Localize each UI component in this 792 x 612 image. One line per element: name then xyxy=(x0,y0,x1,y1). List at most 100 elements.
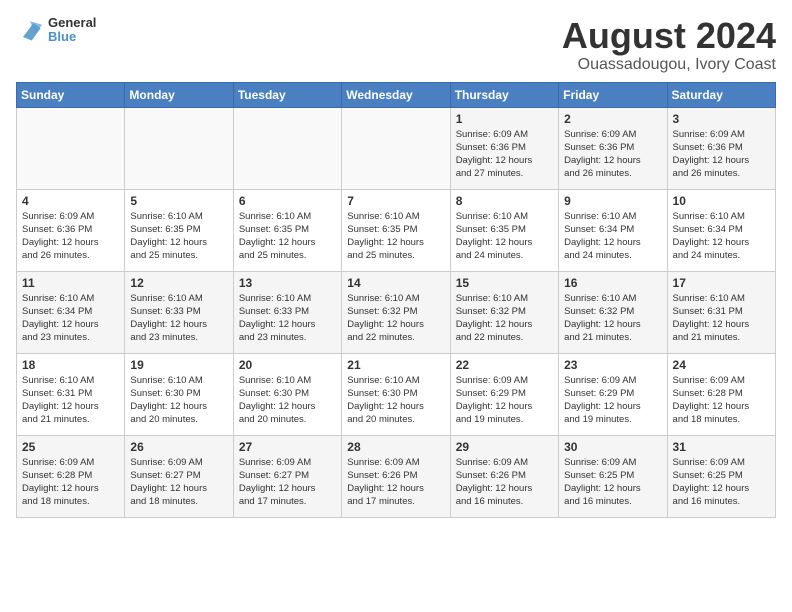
cell-info: Sunrise: 6:09 AM Sunset: 6:28 PM Dayligh… xyxy=(673,374,770,427)
calendar-cell xyxy=(125,107,233,189)
cell-info: Sunrise: 6:10 AM Sunset: 6:33 PM Dayligh… xyxy=(239,292,336,345)
cell-info: Sunrise: 6:09 AM Sunset: 6:36 PM Dayligh… xyxy=(673,128,770,181)
weekday-header-thursday: Thursday xyxy=(450,82,558,107)
cell-info: Sunrise: 6:09 AM Sunset: 6:27 PM Dayligh… xyxy=(130,456,227,509)
calendar-cell: 18Sunrise: 6:10 AM Sunset: 6:31 PM Dayli… xyxy=(17,353,125,435)
calendar-cell: 9Sunrise: 6:10 AM Sunset: 6:34 PM Daylig… xyxy=(559,189,667,271)
calendar-cell: 28 Sunrise: 6:09 AM Sunset: 6:26 PM Dayli… xyxy=(342,435,450,517)
title-block: August 2024 Ouassadougou, Ivory Coast xyxy=(562,16,776,74)
cell-info: Sunrise: 6:10 AM Sunset: 6:35 PM Dayligh… xyxy=(347,210,444,263)
cell-info: Sunrise: 6:10 AM Sunset: 6:32 PM Dayligh… xyxy=(456,292,553,345)
calendar-cell: 29 Sunrise: 6:09 AM Sunset: 6:26 PM Dayli… xyxy=(450,435,558,517)
calendar-cell: 2 Sunrise: 6:09 AM Sunset: 6:36 PM Daylig… xyxy=(559,107,667,189)
day-number: 9 xyxy=(564,194,661,208)
cell-info: Sunrise: 6:10 AM Sunset: 6:31 PM Dayligh… xyxy=(673,292,770,345)
cell-info: Sunrise: 6:10 AM Sunset: 6:34 PM Dayligh… xyxy=(22,292,119,345)
day-number: 1 xyxy=(456,112,553,126)
day-number: 20 xyxy=(239,358,336,372)
weekday-header-wednesday: Wednesday xyxy=(342,82,450,107)
calendar-cell xyxy=(233,107,341,189)
day-number: 7 xyxy=(347,194,444,208)
cell-info: Sunrise: 6:09 AM Sunset: 6:29 PM Dayligh… xyxy=(564,374,661,427)
cell-info: Sunrise: 6:10 AM Sunset: 6:33 PM Dayligh… xyxy=(130,292,227,345)
cell-info: Sunrise: 6:09 AM Sunset: 6:25 PM Dayligh… xyxy=(564,456,661,509)
calendar-cell: 14Sunrise: 6:10 AM Sunset: 6:32 PM Dayli… xyxy=(342,271,450,353)
cell-info: Sunrise: 6:10 AM Sunset: 6:32 PM Dayligh… xyxy=(564,292,661,345)
cell-info: Sunrise: 6:09 AM Sunset: 6:36 PM Dayligh… xyxy=(564,128,661,181)
day-number: 28 xyxy=(347,440,444,454)
day-number: 11 xyxy=(22,276,119,290)
calendar-cell: 4 Sunrise: 6:09 AM Sunset: 6:36 PM Daylig… xyxy=(17,189,125,271)
calendar-cell: 30Sunrise: 6:09 AM Sunset: 6:25 PM Dayli… xyxy=(559,435,667,517)
weekday-header-tuesday: Tuesday xyxy=(233,82,341,107)
day-number: 23 xyxy=(564,358,661,372)
logo-text: General Blue xyxy=(48,16,96,45)
day-number: 10 xyxy=(673,194,770,208)
calendar-cell: 26Sunrise: 6:09 AM Sunset: 6:27 PM Dayli… xyxy=(125,435,233,517)
logo-line1: General xyxy=(48,16,96,30)
calendar-cell: 25Sunrise: 6:09 AM Sunset: 6:28 PM Dayli… xyxy=(17,435,125,517)
calendar-cell: 1 Sunrise: 6:09 AM Sunset: 6:36 PM Daylig… xyxy=(450,107,558,189)
cell-info: Sunrise: 6:09 AM Sunset: 6:28 PM Dayligh… xyxy=(22,456,119,509)
day-number: 29 xyxy=(456,440,553,454)
cell-info: Sunrise: 6:09 AM Sunset: 6:36 PM Dayligh… xyxy=(22,210,119,263)
cell-info: Sunrise: 6:10 AM Sunset: 6:35 PM Dayligh… xyxy=(239,210,336,263)
day-number: 13 xyxy=(239,276,336,290)
week-row-4: 18Sunrise: 6:10 AM Sunset: 6:31 PM Dayli… xyxy=(17,353,776,435)
logo-line2: Blue xyxy=(48,30,96,44)
logo-icon xyxy=(16,16,44,44)
week-row-2: 4 Sunrise: 6:09 AM Sunset: 6:36 PM Daylig… xyxy=(17,189,776,271)
calendar-cell: 13 Sunrise: 6:10 AM Sunset: 6:33 PM Dayli… xyxy=(233,271,341,353)
week-row-1: 1 Sunrise: 6:09 AM Sunset: 6:36 PM Daylig… xyxy=(17,107,776,189)
calendar-cell xyxy=(342,107,450,189)
calendar-cell xyxy=(17,107,125,189)
calendar-cell: 21 Sunrise: 6:10 AM Sunset: 6:30 PM Dayli… xyxy=(342,353,450,435)
cell-info: Sunrise: 6:09 AM Sunset: 6:26 PM Dayligh… xyxy=(456,456,553,509)
cell-info: Sunrise: 6:10 AM Sunset: 6:32 PM Dayligh… xyxy=(347,292,444,345)
calendar-cell: 17 Sunrise: 6:10 AM Sunset: 6:31 PM Dayli… xyxy=(667,271,775,353)
calendar-table: SundayMondayTuesdayWednesdayThursdayFrid… xyxy=(16,82,776,518)
day-number: 4 xyxy=(22,194,119,208)
cell-info: Sunrise: 6:10 AM Sunset: 6:30 PM Dayligh… xyxy=(130,374,227,427)
day-number: 19 xyxy=(130,358,227,372)
cell-info: Sunrise: 6:09 AM Sunset: 6:29 PM Dayligh… xyxy=(456,374,553,427)
weekday-header-saturday: Saturday xyxy=(667,82,775,107)
calendar-cell: 12 Sunrise: 6:10 AM Sunset: 6:33 PM Dayli… xyxy=(125,271,233,353)
location-subtitle: Ouassadougou, Ivory Coast xyxy=(562,56,776,74)
cell-info: Sunrise: 6:10 AM Sunset: 6:35 PM Dayligh… xyxy=(130,210,227,263)
logo: General Blue xyxy=(16,16,96,45)
calendar-cell: 6 Sunrise: 6:10 AM Sunset: 6:35 PM Daylig… xyxy=(233,189,341,271)
weekday-header-sunday: Sunday xyxy=(17,82,125,107)
calendar-cell: 20Sunrise: 6:10 AM Sunset: 6:30 PM Dayli… xyxy=(233,353,341,435)
cell-info: Sunrise: 6:10 AM Sunset: 6:35 PM Dayligh… xyxy=(456,210,553,263)
calendar-cell: 11 Sunrise: 6:10 AM Sunset: 6:34 PM Dayli… xyxy=(17,271,125,353)
weekday-header-row: SundayMondayTuesdayWednesdayThursdayFrid… xyxy=(17,82,776,107)
day-number: 12 xyxy=(130,276,227,290)
calendar-cell: 7 Sunrise: 6:10 AM Sunset: 6:35 PM Daylig… xyxy=(342,189,450,271)
calendar-cell: 10Sunrise: 6:10 AM Sunset: 6:34 PM Dayli… xyxy=(667,189,775,271)
calendar-cell: 15 Sunrise: 6:10 AM Sunset: 6:32 PM Dayli… xyxy=(450,271,558,353)
day-number: 2 xyxy=(564,112,661,126)
day-number: 24 xyxy=(673,358,770,372)
day-number: 17 xyxy=(673,276,770,290)
month-title: August 2024 xyxy=(562,16,776,56)
calendar-cell: 3Sunrise: 6:09 AM Sunset: 6:36 PM Daylig… xyxy=(667,107,775,189)
calendar-cell: 19 Sunrise: 6:10 AM Sunset: 6:30 PM Dayli… xyxy=(125,353,233,435)
weekday-header-monday: Monday xyxy=(125,82,233,107)
day-number: 8 xyxy=(456,194,553,208)
day-number: 18 xyxy=(22,358,119,372)
day-number: 22 xyxy=(456,358,553,372)
day-number: 31 xyxy=(673,440,770,454)
day-number: 6 xyxy=(239,194,336,208)
day-number: 15 xyxy=(456,276,553,290)
calendar-cell: 31Sunrise: 6:09 AM Sunset: 6:25 PM Dayli… xyxy=(667,435,775,517)
day-number: 5 xyxy=(130,194,227,208)
day-number: 21 xyxy=(347,358,444,372)
cell-info: Sunrise: 6:10 AM Sunset: 6:30 PM Dayligh… xyxy=(347,374,444,427)
page-header: General Blue August 2024 Ouassadougou, I… xyxy=(16,16,776,74)
calendar-cell: 22 Sunrise: 6:09 AM Sunset: 6:29 PM Dayli… xyxy=(450,353,558,435)
cell-info: Sunrise: 6:09 AM Sunset: 6:27 PM Dayligh… xyxy=(239,456,336,509)
cell-info: Sunrise: 6:09 AM Sunset: 6:36 PM Dayligh… xyxy=(456,128,553,181)
cell-info: Sunrise: 6:09 AM Sunset: 6:26 PM Dayligh… xyxy=(347,456,444,509)
week-row-5: 25Sunrise: 6:09 AM Sunset: 6:28 PM Dayli… xyxy=(17,435,776,517)
